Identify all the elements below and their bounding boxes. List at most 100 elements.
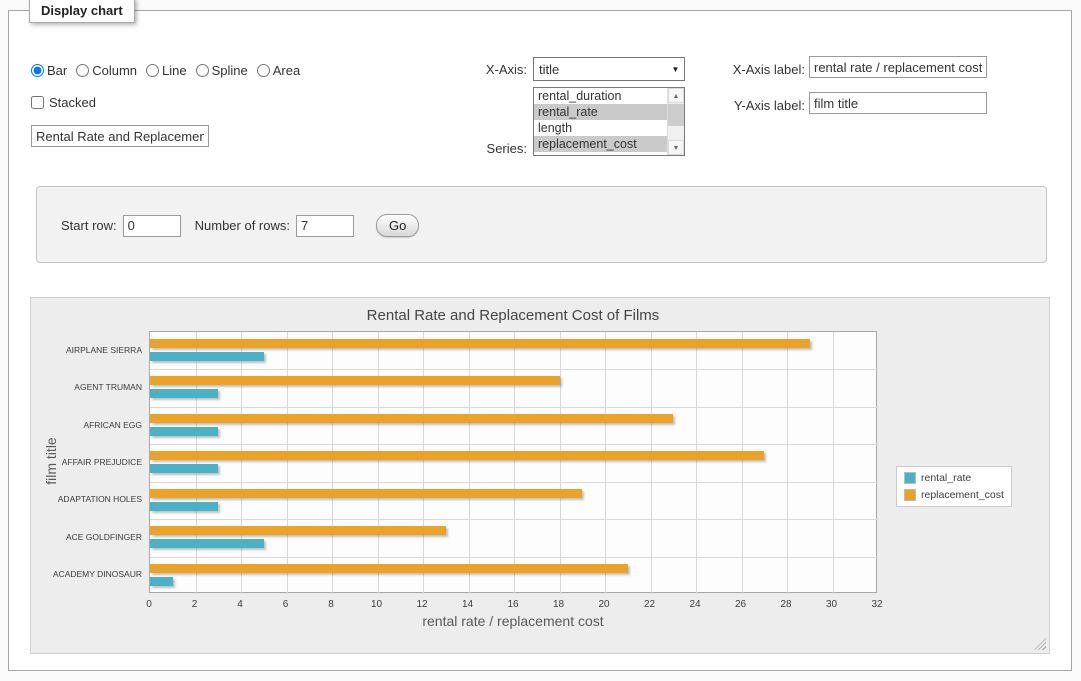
gridline xyxy=(514,332,515,594)
bar-rental_rate xyxy=(150,352,264,361)
gridline xyxy=(378,332,379,594)
chart-canvas: Rental Rate and Replacement Cost of Film… xyxy=(31,298,1049,653)
gridline xyxy=(150,482,878,483)
gridline xyxy=(742,332,743,594)
chart-type-radio-bar[interactable] xyxy=(31,64,44,77)
start-row-input[interactable] xyxy=(123,215,181,237)
bar-rental_rate xyxy=(150,464,218,473)
x-tick-label: 12 xyxy=(416,599,427,610)
x-tick-label: 18 xyxy=(553,599,564,610)
y-tick-label: AFFAIR PREJUDICE xyxy=(31,457,142,467)
x-tick-label: 26 xyxy=(735,599,746,610)
stacked-checkbox[interactable] xyxy=(31,96,44,109)
num-rows-label: Number of rows: xyxy=(195,218,290,233)
gridline xyxy=(833,332,834,594)
chart-type-radio-line[interactable] xyxy=(146,64,159,77)
gridline xyxy=(196,332,197,594)
x-tick-label: 2 xyxy=(192,599,198,610)
legend-label: replacement_cost xyxy=(921,489,1004,501)
bar-replacement_cost xyxy=(150,451,764,460)
start-row-label: Start row: xyxy=(61,218,117,233)
x-tick-label: 4 xyxy=(237,599,243,610)
gridline xyxy=(150,557,878,558)
bar-replacement_cost xyxy=(150,339,810,348)
x-tick-label: 20 xyxy=(598,599,609,610)
x-tick-label: 24 xyxy=(689,599,700,610)
fieldset-legend: Display chart xyxy=(29,0,135,23)
series-option-replacement_cost[interactable]: replacement_cost xyxy=(534,136,667,152)
chart-type-option-area[interactable]: Area xyxy=(257,63,300,78)
gridline xyxy=(651,332,652,594)
series-option-length[interactable]: length xyxy=(534,120,667,136)
y-tick-label: ADAPTATION HOLES xyxy=(31,494,142,504)
rows-panel-controls: Start row: Number of rows: Go xyxy=(61,214,419,237)
gridline xyxy=(787,332,788,594)
scroll-down-icon[interactable]: ▼ xyxy=(668,140,684,155)
x-tick-label: 10 xyxy=(371,599,382,610)
chart-type-label: Area xyxy=(273,63,300,78)
chart-type-option-bar[interactable]: Bar xyxy=(31,63,67,78)
chart-title: Rental Rate and Replacement Cost of Film… xyxy=(149,307,877,324)
chart-type-label: Bar xyxy=(47,63,67,78)
x-tick-label: 6 xyxy=(283,599,289,610)
chart-type-radios: Bar Column Line Spline Area xyxy=(31,63,300,78)
legend-item-rental_rate: rental_rate xyxy=(904,472,1004,484)
chart-type-label: Spline xyxy=(212,63,248,78)
bar-rental_rate xyxy=(150,577,173,586)
series-label: Series: xyxy=(409,141,527,156)
bar-replacement_cost xyxy=(150,526,446,535)
y-axis-label-label: Y-Axis label: xyxy=(645,98,805,113)
x-tick-label: 14 xyxy=(462,599,473,610)
go-button[interactable]: Go xyxy=(376,214,419,237)
y-axis-label-input[interactable] xyxy=(809,92,987,114)
x-axis-label-label: X-Axis label: xyxy=(645,62,805,77)
x-tick-label: 0 xyxy=(146,599,152,610)
bar-replacement_cost xyxy=(150,376,560,385)
chart-type-option-spline[interactable]: Spline xyxy=(196,63,248,78)
stacked-option[interactable]: Stacked xyxy=(31,95,96,110)
chart-title-input[interactable] xyxy=(31,125,209,147)
bar-rental_rate xyxy=(150,502,218,511)
bar-rental_rate xyxy=(150,427,218,436)
num-rows-input[interactable] xyxy=(296,215,354,237)
legend-swatch xyxy=(904,489,916,501)
gridline xyxy=(332,332,333,594)
gridline xyxy=(150,444,878,445)
chart-type-radio-column[interactable] xyxy=(76,64,89,77)
chart-type-radio-area[interactable] xyxy=(257,64,270,77)
rows-panel: Start row: Number of rows: Go xyxy=(36,186,1047,263)
resize-handle-icon[interactable] xyxy=(1034,638,1046,650)
chart-type-option-column[interactable]: Column xyxy=(76,63,137,78)
gridline xyxy=(150,407,878,408)
chart-type-label: Line xyxy=(162,63,187,78)
chart-legend: rental_rate replacement_cost xyxy=(896,466,1012,507)
gridline xyxy=(150,519,878,520)
x-tick-label: 22 xyxy=(644,599,655,610)
stacked-label: Stacked xyxy=(49,95,96,110)
chart-container: Rental Rate and Replacement Cost of Film… xyxy=(30,297,1050,654)
gridline xyxy=(696,332,697,594)
gridline xyxy=(423,332,424,594)
bar-rental_rate xyxy=(150,539,264,548)
legend-item-replacement_cost: replacement_cost xyxy=(904,489,1004,501)
chart-type-label: Column xyxy=(92,63,137,78)
x-tick-label: 30 xyxy=(826,599,837,610)
x-tick-label: 32 xyxy=(871,599,882,610)
chart-x-axis-label: rental rate / replacement cost xyxy=(149,613,877,629)
gridline xyxy=(241,332,242,594)
bar-replacement_cost xyxy=(150,414,673,423)
chart-plot-area xyxy=(149,331,877,593)
x-tick-label: 16 xyxy=(507,599,518,610)
x-axis-label-input[interactable] xyxy=(809,56,987,78)
bar-rental_rate xyxy=(150,389,218,398)
y-tick-label: ACE GOLDFINGER xyxy=(31,532,142,542)
bar-replacement_cost xyxy=(150,564,628,573)
bar-replacement_cost xyxy=(150,489,582,498)
chart-type-radio-spline[interactable] xyxy=(196,64,209,77)
gridline xyxy=(469,332,470,594)
y-tick-label: AIRPLANE SIERRA xyxy=(31,345,142,355)
chart-type-option-line[interactable]: Line xyxy=(146,63,187,78)
x-tick-label: 8 xyxy=(328,599,334,610)
gridline xyxy=(287,332,288,594)
legend-label: rental_rate xyxy=(921,472,971,484)
